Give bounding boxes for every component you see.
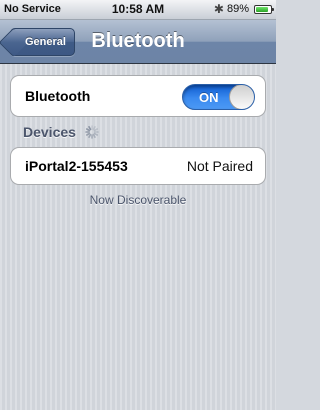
bluetooth-toggle-row: Bluetooth ON (10, 75, 266, 117)
switch-knob (229, 85, 254, 109)
bluetooth-label: Bluetooth (25, 88, 91, 104)
battery-fill (256, 6, 269, 12)
battery-icon (254, 4, 274, 14)
device-pairing-status: Not Paired (186, 158, 253, 174)
spinner-spoke (93, 128, 98, 132)
navigation-bar: General Bluetooth (0, 20, 276, 64)
discoverable-status: Now Discoverable (89, 193, 187, 207)
devices-header-label: Devices (23, 124, 76, 140)
spinner-spoke (85, 132, 91, 136)
device-name: iPortal2-155453 (25, 158, 128, 174)
status-bar: No Service 10:58 AM ✱ 89% (0, 0, 276, 20)
devices-section-header: Devices (23, 124, 100, 140)
bluetooth-icon: ✱ (213, 2, 224, 16)
device-row[interactable]: iPortal2-155453 Not Paired (10, 147, 266, 185)
switch-state-label: ON (199, 90, 219, 105)
battery-status: ✱ 89% (213, 2, 274, 16)
spinner-spoke (85, 128, 91, 132)
back-button-label: General (25, 36, 66, 48)
spinner-spoke (88, 133, 92, 138)
screen: No Service 10:58 AM ✱ 89% General Blueto… (0, 0, 276, 410)
spinner-spoke (92, 126, 96, 131)
spinner-spoke (92, 133, 96, 138)
battery-percent: 89% (226, 3, 249, 15)
loading-spinner-icon (85, 125, 99, 139)
spinner-spoke (93, 132, 98, 136)
spinner-spoke (88, 126, 92, 131)
bluetooth-switch[interactable]: ON (182, 84, 255, 110)
